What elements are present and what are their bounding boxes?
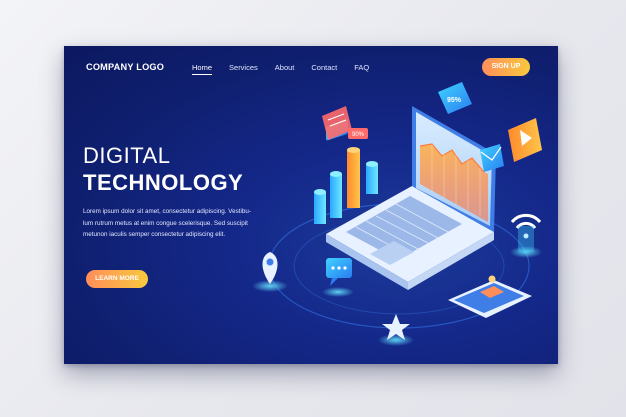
percent-badge-small-text: 90% xyxy=(352,132,365,138)
percent-badge: 95% xyxy=(438,82,472,114)
location-pin-icon xyxy=(252,252,288,292)
technology-illustration: 90% 95% xyxy=(252,82,542,346)
video-play-icon xyxy=(508,118,542,162)
star-icon xyxy=(378,314,414,346)
wifi-icon xyxy=(510,213,542,258)
landing-card: COMPANY LOGO Home Services About Contact… xyxy=(64,46,558,364)
chat-icon xyxy=(322,258,354,297)
percent-badge-text: 95% xyxy=(447,97,462,104)
smartphone-icon xyxy=(448,275,532,318)
